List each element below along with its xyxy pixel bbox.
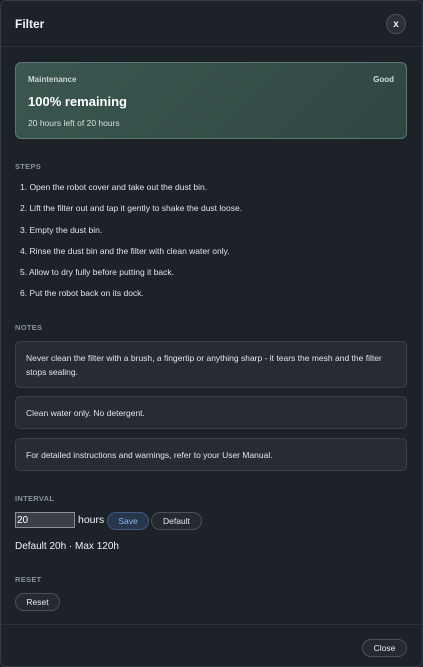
- notes-section-title: NOTES: [15, 323, 43, 332]
- interval-hours-input[interactable]: [15, 512, 75, 528]
- dialog-header: Filter x: [1, 1, 422, 47]
- step-item: 6. Put the robot back on its dock.: [20, 288, 144, 299]
- reset-section-title: RESET: [15, 575, 42, 584]
- status-label: Maintenance: [28, 75, 77, 84]
- close-icon[interactable]: x: [386, 14, 406, 34]
- step-item: 5. Allow to dry fully before putting it …: [20, 267, 175, 278]
- note-text: Clean water only. No detergent.: [26, 407, 145, 418]
- note-item: For detailed instructions and warnings, …: [15, 438, 407, 471]
- steps-list: 1. Open the robot cover and take out the…: [20, 181, 410, 309]
- note-item: Clean water only. No detergent.: [15, 396, 407, 429]
- dialog-footer: Close: [1, 624, 422, 666]
- status-detail: 20 hours left of 20 hours: [28, 118, 120, 128]
- maintenance-status-card: Maintenance Good 100% remaining 20 hours…: [15, 62, 407, 139]
- interval-section-title: INTERVAL: [15, 494, 55, 503]
- dialog-title: Filter: [15, 17, 45, 31]
- note-text: Never clean the filter with a brush, a f…: [26, 352, 382, 377]
- close-button[interactable]: Close: [362, 639, 407, 657]
- filter-dialog: Filter x Maintenance Good 100% remaining…: [0, 0, 423, 667]
- step-item: 2. Lift the filter out and tap it gently…: [20, 203, 243, 214]
- note-item: Never clean the filter with a brush, a f…: [15, 341, 407, 388]
- save-button[interactable]: Save: [107, 512, 149, 530]
- status-value: 100% remaining: [28, 94, 127, 109]
- default-button[interactable]: Default: [151, 512, 202, 530]
- step-item: 3. Empty the dust bin.: [20, 224, 103, 235]
- status-badge: Good: [373, 75, 394, 84]
- steps-section-title: STEPS: [15, 162, 42, 171]
- step-item: 1. Open the robot cover and take out the…: [20, 182, 208, 192]
- step-item: 4. Rinse the dust bin and the filter wit…: [20, 245, 230, 256]
- interval-unit: hours: [78, 514, 105, 526]
- reset-button[interactable]: Reset: [15, 593, 60, 611]
- interval-hint: Default 20h · Max 120h: [15, 541, 119, 552]
- note-text: For detailed instructions and warnings, …: [26, 449, 273, 460]
